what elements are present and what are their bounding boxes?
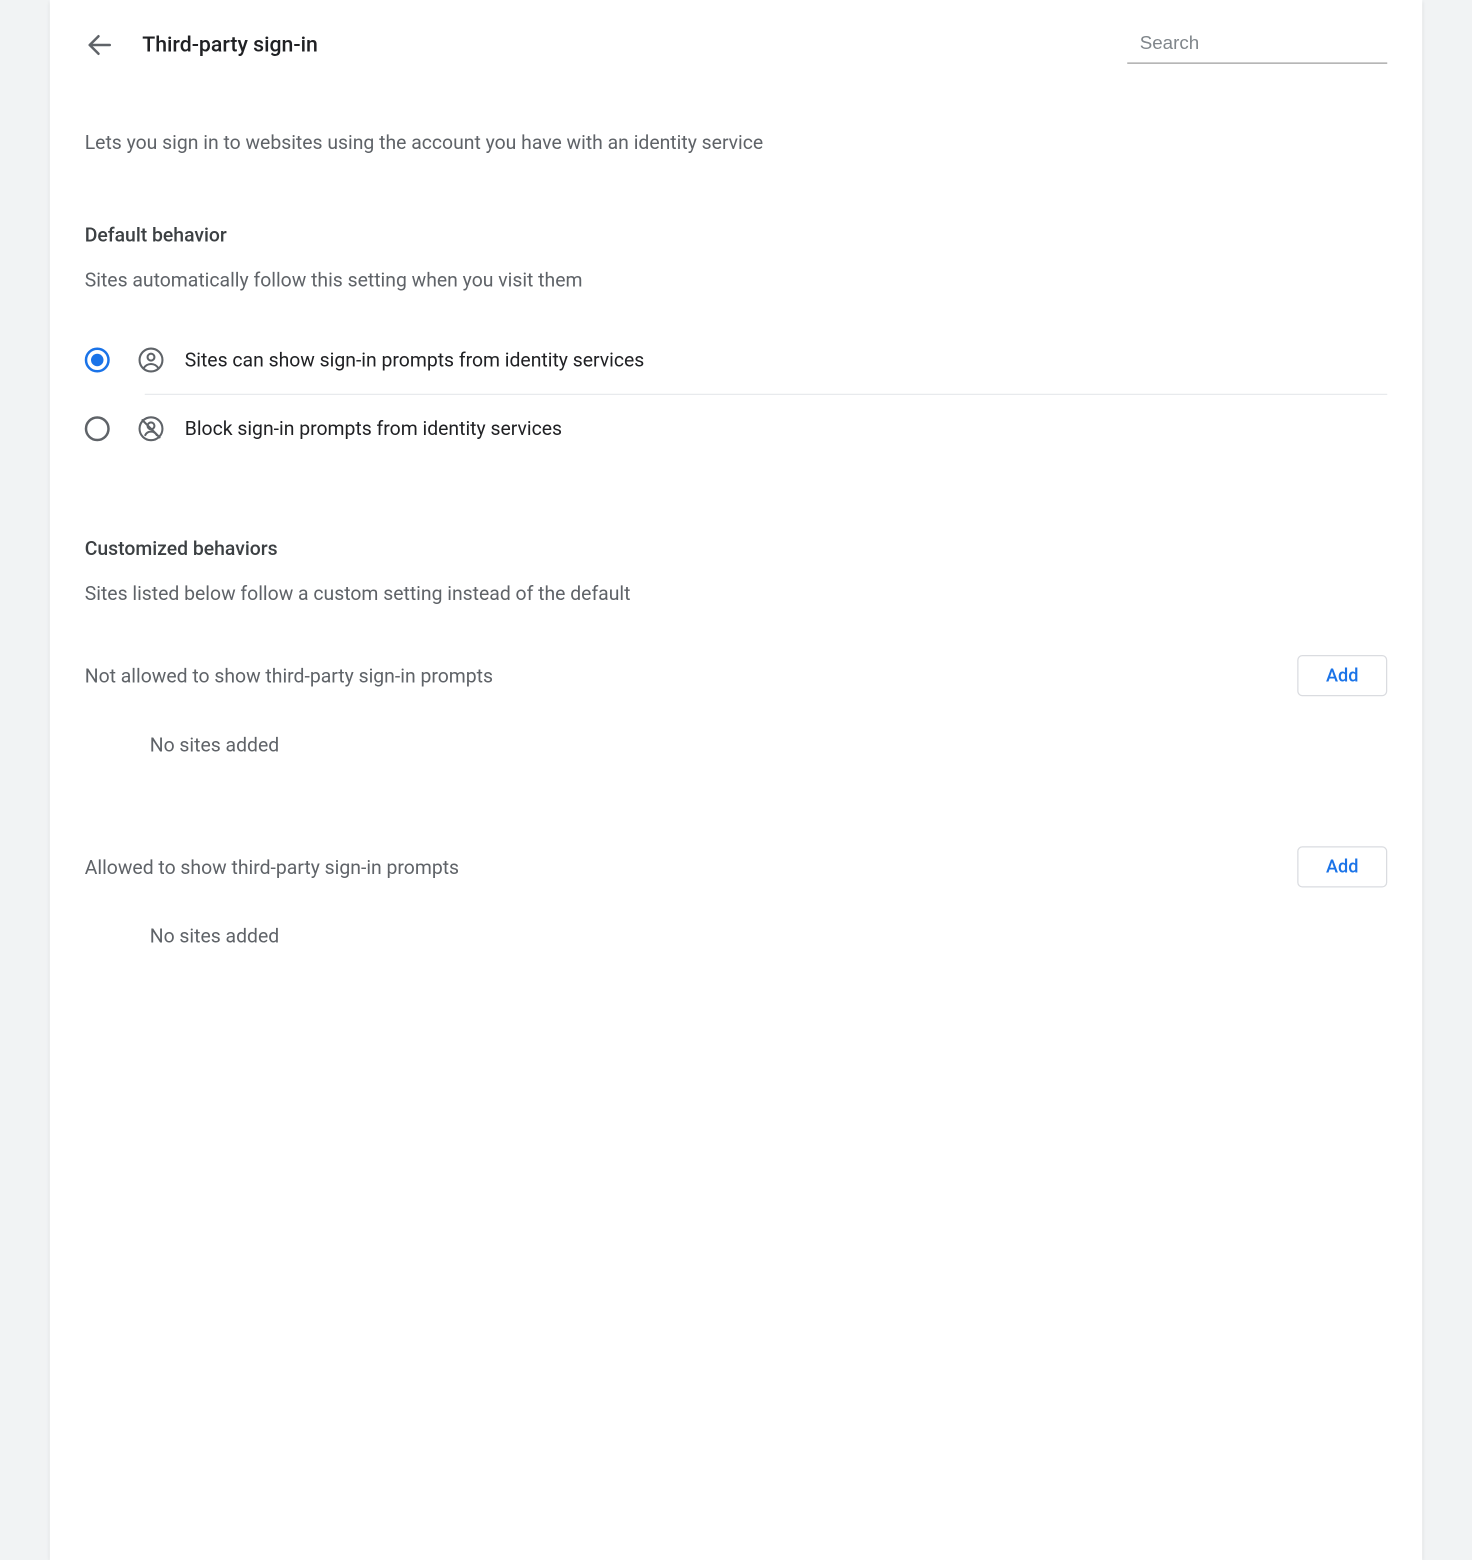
radio-button[interactable] — [85, 416, 110, 441]
section-subtitle-customized: Sites listed below follow a custom setti… — [85, 583, 1388, 606]
default-behavior-section: Default behavior Sites automatically fol… — [85, 224, 1388, 463]
add-not-allowed-button[interactable]: Add — [1297, 655, 1387, 696]
page-title: Third-party sign-in — [142, 32, 1100, 57]
search-input[interactable] — [1140, 32, 1389, 53]
not-allowed-empty: No sites added — [85, 711, 1388, 779]
customized-behaviors-section: Customized behaviors Sites listed below … — [85, 538, 1388, 971]
header: Third-party sign-in — [50, 0, 1423, 71]
radio-button[interactable] — [85, 348, 110, 373]
arrow-left-icon — [85, 29, 115, 59]
radio-option-block[interactable]: Block sign-in prompts from identity serv… — [85, 395, 1388, 463]
radio-label: Block sign-in prompts from identity serv… — [185, 418, 562, 441]
allowed-label: Allowed to show third-party sign-in prom… — [85, 856, 459, 879]
add-allowed-button[interactable]: Add — [1297, 846, 1387, 887]
settings-card: Third-party sign-in Lets you sign in to … — [50, 0, 1423, 1560]
search-field[interactable] — [1127, 25, 1387, 64]
radio-option-allow[interactable]: Sites can show sign-in prompts from iden… — [85, 326, 1388, 394]
content: Lets you sign in to websites using the a… — [50, 71, 1423, 1072]
person-circle-icon — [137, 346, 165, 374]
not-allowed-label: Not allowed to show third-party sign-in … — [85, 664, 493, 687]
radio-label: Sites can show sign-in prompts from iden… — [185, 349, 645, 372]
section-title-customized: Customized behaviors — [85, 538, 1388, 561]
allowed-block: Allowed to show third-party sign-in prom… — [85, 831, 1388, 970]
radio-group: Sites can show sign-in prompts from iden… — [85, 326, 1388, 462]
section-subtitle-default: Sites automatically follow this setting … — [85, 269, 1388, 292]
allowed-empty: No sites added — [85, 903, 1388, 971]
back-button[interactable] — [85, 29, 115, 59]
page-description: Lets you sign in to websites using the a… — [85, 131, 1388, 154]
not-allowed-block: Not allowed to show third-party sign-in … — [85, 640, 1388, 779]
block-icon — [137, 415, 165, 443]
section-title-default: Default behavior — [85, 224, 1388, 247]
